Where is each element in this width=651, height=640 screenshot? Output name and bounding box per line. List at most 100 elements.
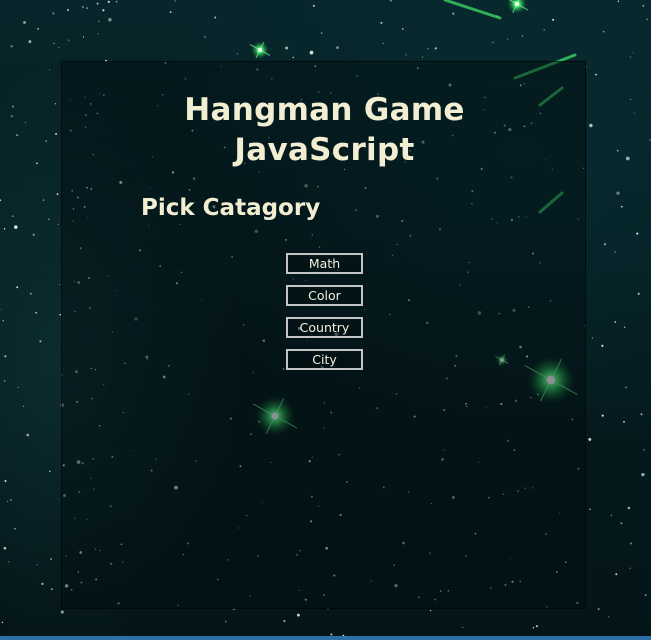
star-dot [615,573,618,576]
star-dot [50,588,53,591]
star-dot [627,506,631,510]
game-panel: Hangman Game JavaScript Pick Catagory Ma… [61,61,586,609]
star-dot [588,437,592,441]
star-dot [107,0,110,3]
star-dot [68,39,70,41]
star-dot [614,251,616,253]
star-dot [236,53,238,55]
star-dot [389,0,392,2]
star-dot [610,514,613,517]
category-item: City [286,349,364,370]
star-dot [22,405,25,408]
category-button-city[interactable]: City [286,349,363,370]
star-dot [39,340,42,343]
category-list: Math Color Country City [286,253,364,381]
star-dot [29,292,32,295]
star-dot [224,620,227,623]
category-button-color[interactable]: Color [286,285,363,306]
star-dot [17,386,19,389]
star-dot [59,283,61,286]
star-dot [48,218,50,220]
star-dot [601,344,604,347]
star-dot [452,12,455,15]
star-dot [382,42,384,45]
page-title: Hangman Game JavaScript [62,90,587,170]
star-dot [429,609,432,612]
star-dot [602,31,605,33]
star-dot [49,69,51,71]
star-dot [597,608,600,611]
star-dot [632,52,634,54]
title-line-2: JavaScript [234,132,415,168]
star-dot [67,9,69,12]
star-dot [644,594,647,596]
star-dot [0,199,2,201]
star-dot [16,134,19,137]
star-dot [614,321,617,323]
star-dot [312,4,315,7]
star-dot [3,228,6,230]
star-dot [1,621,4,623]
star-dot [4,480,7,482]
star-dot [543,29,545,31]
star-dot [601,414,604,417]
star-dot [81,5,84,8]
star-dot [14,225,18,229]
star-dot [97,33,99,35]
star-dot [8,561,10,563]
category-button-country[interactable]: Country [286,317,363,338]
star-dot [552,18,555,21]
star-dot [56,193,59,196]
star-dot [625,156,630,161]
star-dot [623,326,626,328]
star-dot [4,355,7,358]
star-dot [10,115,13,118]
star-dot [35,311,38,314]
star-dot [86,7,89,10]
star-dot [169,11,172,14]
star-dot [22,20,27,25]
green-star [249,41,271,59]
star-dot [492,41,494,44]
star-dot [96,2,99,5]
star-dot [630,542,633,545]
category-button-math[interactable]: Math [286,253,363,274]
star-dot [174,0,176,2]
star-dot [115,0,118,3]
star-dot [521,35,524,37]
star-dot [36,162,38,165]
star-dot [616,191,620,195]
star-dot [32,233,35,236]
star-dot [427,48,429,50]
star-dot [625,386,627,389]
star-dot [405,54,407,56]
star-dot [591,337,594,339]
star-dot [37,28,39,30]
star-dot [14,527,17,530]
star-dot [633,112,636,114]
star-dot [0,309,1,311]
star-dot [45,140,48,142]
star-dot [58,46,60,48]
star-dot [589,508,591,511]
star-dot [57,223,59,225]
green-streak [443,0,502,20]
star-dot [214,16,217,19]
star-dot [2,320,4,322]
star-dot [3,380,6,382]
star-dot [629,56,631,58]
green-star [507,0,529,14]
star-dot [48,470,51,473]
pick-category-heading: Pick Catagory [141,195,321,221]
star-dot [401,28,404,30]
star-dot [296,613,300,617]
star-dot [629,98,632,101]
star-dot [60,610,64,614]
star-dot [292,56,294,59]
star-dot [16,286,19,289]
star-dot [11,105,15,108]
category-item: Country [286,317,364,338]
star-dot [82,36,85,38]
star-dot [10,45,13,48]
star-dot [608,616,610,618]
